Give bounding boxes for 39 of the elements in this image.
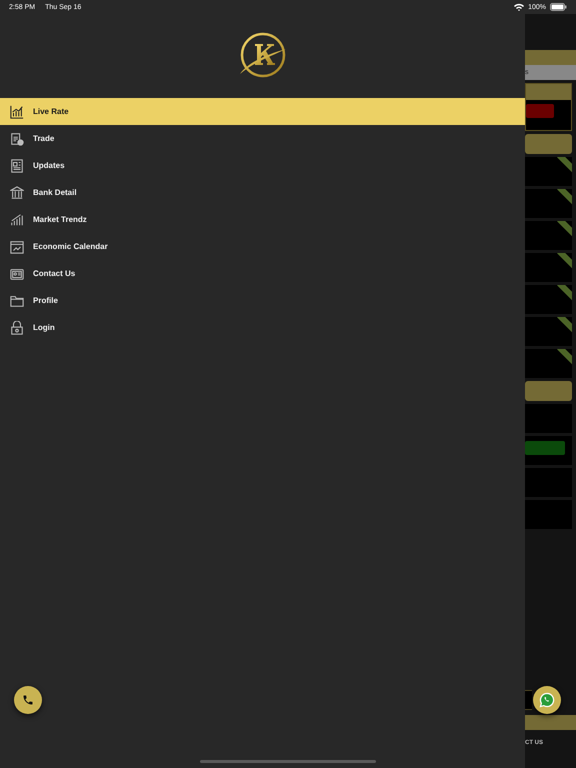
menu-item[interactable]: Contact Us xyxy=(0,260,525,287)
bar-chart-icon xyxy=(10,212,24,226)
footer-bar xyxy=(525,715,576,730)
bank-icon xyxy=(10,186,24,200)
menu-item[interactable]: Market Trendz xyxy=(0,206,525,233)
menu-item[interactable]: Live Rate xyxy=(0,98,525,125)
rate-row xyxy=(525,349,572,378)
clipboard-icon xyxy=(10,132,24,146)
menu-item[interactable]: Bank Detail xyxy=(0,179,525,206)
rate-row xyxy=(525,157,572,186)
folder-icon xyxy=(10,294,24,308)
chat-bubble-icon xyxy=(539,692,555,708)
menu-item[interactable]: Economic Calendar xyxy=(0,233,525,260)
menu-item[interactable]: Updates xyxy=(0,152,525,179)
section-header xyxy=(525,381,572,401)
rate-row xyxy=(525,404,572,433)
lock-icon xyxy=(10,320,24,334)
newspaper-icon xyxy=(10,158,24,172)
wifi-icon xyxy=(514,3,524,11)
rate-card xyxy=(525,83,572,131)
contact-card-icon xyxy=(10,266,24,280)
rate-row xyxy=(525,221,572,250)
rate-row xyxy=(525,285,572,314)
line-chart-icon xyxy=(10,104,24,118)
rate-row xyxy=(525,253,572,282)
menu-item[interactable]: Trade xyxy=(0,125,525,152)
rate-row xyxy=(525,468,572,497)
rate-row xyxy=(525,317,572,346)
header-bar xyxy=(525,50,576,65)
menu-item[interactable]: Login xyxy=(0,314,525,341)
logo-icon xyxy=(238,32,288,80)
battery-icon xyxy=(550,3,567,11)
phone-icon xyxy=(22,694,34,706)
rate-row xyxy=(525,189,572,218)
calendar-icon xyxy=(10,240,24,254)
rate-row xyxy=(525,436,572,465)
rate-row xyxy=(525,500,572,529)
menu-item[interactable]: Profile xyxy=(0,287,525,314)
section-header xyxy=(525,134,572,154)
